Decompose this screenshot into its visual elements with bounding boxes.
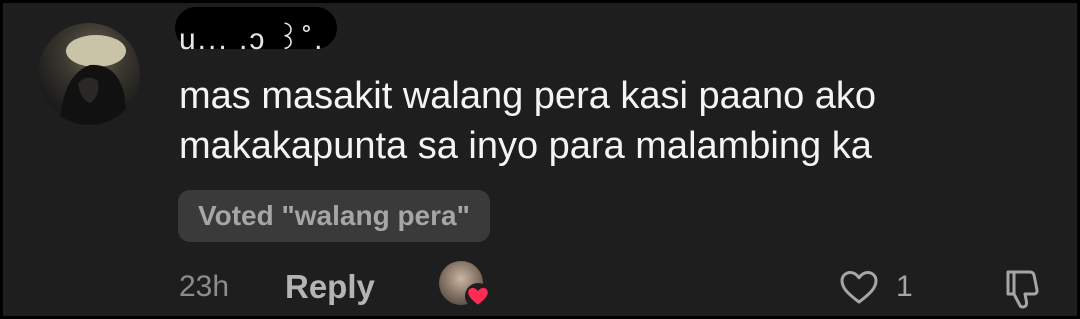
heart-outline-icon[interactable] (838, 266, 880, 308)
comment-card: u... .ɔ ꒱˚. mas masakit walang pera kasi… (0, 0, 1080, 319)
vote-badge: Voted "walang pera" (178, 190, 490, 242)
reply-button[interactable]: Reply (285, 267, 375, 307)
comment-timestamp: 23h (179, 270, 230, 303)
commenter-avatar[interactable] (38, 23, 140, 125)
creator-liked-indicator (439, 261, 493, 311)
like-count: 1 (896, 270, 913, 303)
comment-text: mas masakit walang pera kasi paano ako m… (179, 75, 877, 167)
thumbs-down-outline-icon[interactable] (999, 266, 1045, 312)
commenter-username[interactable]: u... .ɔ ꒱˚. (179, 25, 324, 55)
red-heart-icon (465, 283, 491, 309)
